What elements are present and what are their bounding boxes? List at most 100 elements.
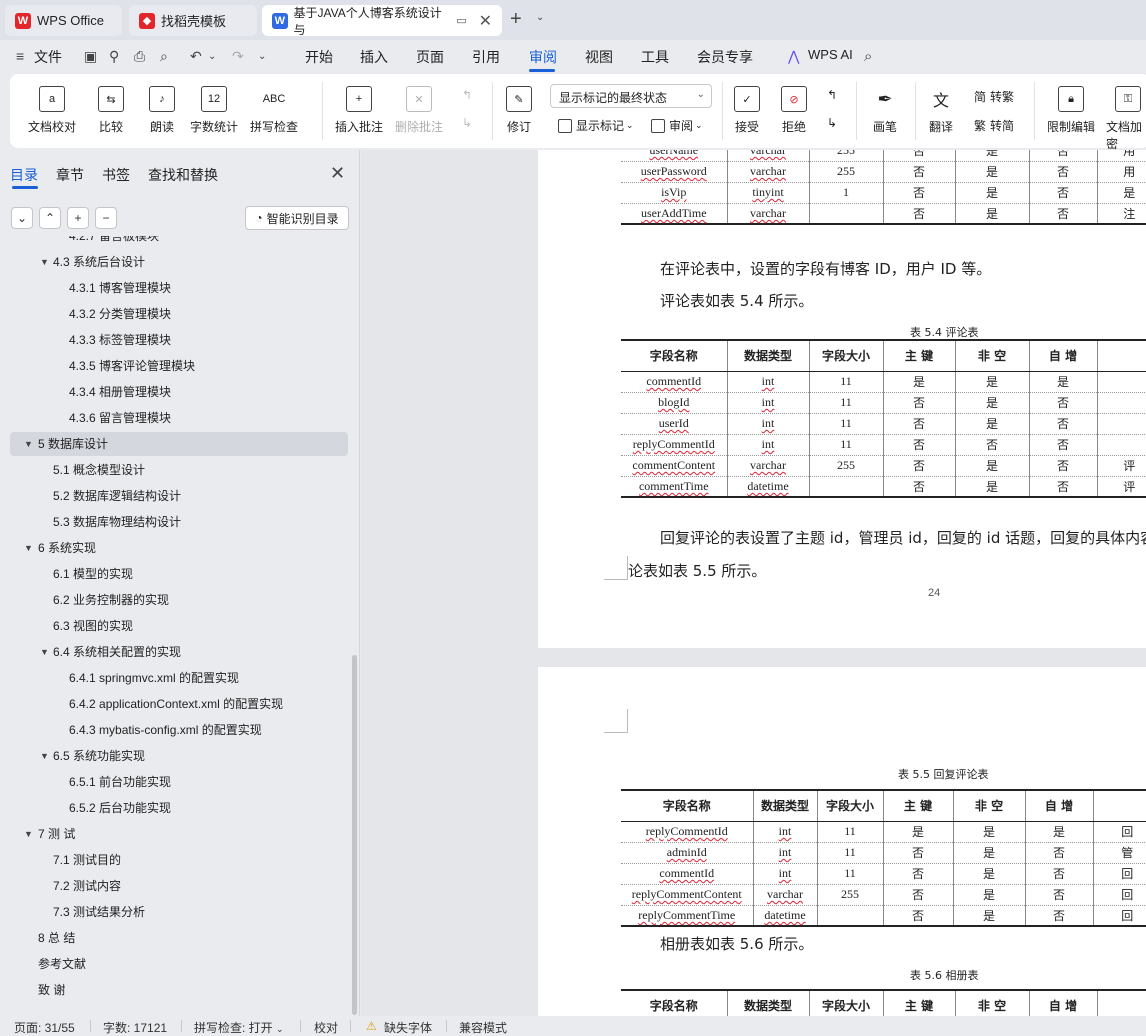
- toc-item[interactable]: 7.3 测试结果分析: [53, 900, 145, 924]
- compare-button[interactable]: ⇆ 比较: [98, 86, 124, 135]
- tab-template[interactable]: ◆ 找稻壳模板: [129, 5, 257, 36]
- tab-find-replace[interactable]: 查找和替换: [148, 165, 218, 185]
- close-tab-icon[interactable]: ✕: [479, 11, 492, 31]
- insert-comment-button[interactable]: + 插入批注: [335, 86, 383, 135]
- restrict-edit-button[interactable]: 🔒︎ 限制编辑: [1047, 86, 1095, 135]
- menu-member[interactable]: 会员专享: [697, 47, 753, 67]
- doc-encrypt-button[interactable]: ⚿ 文档加密: [1106, 86, 1146, 152]
- reject-button[interactable]: ⊘ 拒绝: [781, 86, 807, 135]
- redo-icon[interactable]: ↷: [232, 48, 244, 65]
- word-count-button[interactable]: 12 字数统计: [190, 86, 238, 135]
- toc-item[interactable]: 6.5.1 前台功能实现: [69, 770, 171, 794]
- menu-page[interactable]: 页面: [416, 47, 444, 67]
- save-icon[interactable]: ▣: [84, 48, 97, 65]
- delete-comment-button[interactable]: ✕ 删除批注: [395, 86, 443, 135]
- toc-item[interactable]: 6.4.2 applicationContext.xml 的配置实现: [69, 692, 283, 716]
- toc-item[interactable]: 6 系统实现: [38, 536, 96, 560]
- smart-toc-button[interactable]: ◔ 智能识别目录: [245, 206, 349, 230]
- toc-item[interactable]: 6.5 系统功能实现: [53, 744, 145, 768]
- translate-button[interactable]: 文 翻译: [928, 86, 954, 135]
- monitor-icon[interactable]: ▭: [456, 14, 466, 27]
- next-change-icon[interactable]: ↳: [827, 116, 837, 130]
- menu-home[interactable]: 开始: [305, 47, 333, 67]
- toc-item[interactable]: 5.1 概念模型设计: [53, 458, 145, 482]
- print-icon[interactable]: ⎙: [134, 48, 145, 65]
- toc-expand-icon[interactable]: ▼: [40, 257, 49, 267]
- proof-indicator[interactable]: 校对: [314, 1019, 338, 1036]
- toc-item[interactable]: 6.4.3 mybatis-config.xml 的配置实现: [69, 718, 262, 742]
- new-tab-icon[interactable]: +: [510, 8, 522, 31]
- close-icon[interactable]: ✕: [330, 163, 345, 184]
- spell-check-button[interactable]: ABC 拼写检查: [250, 86, 298, 135]
- tab-toc[interactable]: 目录: [10, 165, 38, 185]
- chevron-down-icon[interactable]: ⌄: [208, 51, 216, 62]
- toc-item[interactable]: 5 数据库设计: [38, 432, 108, 456]
- toc-item[interactable]: 6.3 视图的实现: [53, 614, 133, 638]
- toc-item[interactable]: 7 测 试: [38, 822, 75, 846]
- toc-item[interactable]: 7.1 测试目的: [53, 848, 121, 872]
- toc-item[interactable]: 5.3 数据库物理结构设计: [53, 510, 181, 534]
- tab-bookmarks[interactable]: 书签: [102, 165, 130, 185]
- toc-item[interactable]: 6.5.2 后台功能实现: [69, 796, 171, 820]
- markup-state-select[interactable]: 显示标记的最终状态 ⌄: [550, 84, 712, 108]
- add-heading-button[interactable]: +: [67, 207, 89, 229]
- toc-scrollbar[interactable]: [352, 655, 357, 1015]
- menu-file[interactable]: 文件: [34, 47, 62, 67]
- search-icon[interactable]: ⌕: [864, 48, 872, 65]
- toc-item[interactable]: 4.3.1 博客管理模块: [69, 276, 171, 300]
- doc-check-button[interactable]: a 文档校对: [28, 86, 76, 135]
- toc-item[interactable]: 4.3.5 博客评论管理模块: [69, 354, 195, 378]
- read-aloud-button[interactable]: ♪ 朗读: [149, 86, 175, 135]
- toc-item[interactable]: 4.2.7 留言板模块: [69, 236, 159, 248]
- menu-references[interactable]: 引用: [472, 47, 500, 67]
- toc-item[interactable]: 6.4 系统相关配置的实现: [53, 640, 181, 664]
- tab-chapters[interactable]: 章节: [56, 165, 84, 185]
- toc-expand-icon[interactable]: ▼: [40, 647, 49, 657]
- remove-heading-button[interactable]: −: [95, 207, 117, 229]
- toc-item[interactable]: 4.3.3 标签管理模块: [69, 328, 171, 352]
- toc-item[interactable]: 4.3 系统后台设计: [53, 250, 145, 274]
- show-markup-button[interactable]: 显示标记 ⌄: [558, 117, 634, 134]
- menu-insert[interactable]: 插入: [360, 47, 388, 67]
- toc-item[interactable]: 4.3.4 相册管理模块: [69, 380, 171, 404]
- missing-font-indicator[interactable]: 缺失字体: [384, 1019, 432, 1036]
- menu-wps-ai[interactable]: WPS AI: [808, 47, 853, 62]
- menu-view[interactable]: 视图: [585, 47, 613, 67]
- chevron-down-icon[interactable]: ⌄: [258, 51, 266, 62]
- toc-expand-icon[interactable]: ▼: [24, 829, 33, 839]
- toc-item[interactable]: 7.2 测试内容: [53, 874, 121, 898]
- toc-expand-icon[interactable]: ▼: [40, 751, 49, 761]
- prev-comment-icon[interactable]: ↰: [462, 88, 472, 102]
- chevron-down-icon[interactable]: ⌄: [536, 12, 544, 23]
- hamburger-icon[interactable]: ≡: [16, 48, 24, 64]
- export-icon[interactable]: ⚲: [109, 48, 119, 65]
- toc-item[interactable]: 4.3.6 留言管理模块: [69, 406, 171, 430]
- print-preview-icon[interactable]: ⌕: [160, 48, 168, 65]
- page-indicator[interactable]: 页面: 31/55: [14, 1019, 75, 1036]
- to-simplified-button[interactable]: 繁 转简: [974, 117, 1014, 134]
- toc-item[interactable]: 8 总 结: [38, 926, 75, 950]
- pen-button[interactable]: ✒ 画笔: [872, 86, 898, 135]
- spell-check-indicator[interactable]: 拼写检查: 打开 ⌄: [194, 1019, 284, 1036]
- menu-review[interactable]: 审阅: [529, 47, 557, 67]
- toc-expand-icon[interactable]: ▼: [24, 439, 33, 449]
- toc-item[interactable]: 4.3.2 分类管理模块: [69, 302, 171, 326]
- word-count-indicator[interactable]: 字数: 17121: [103, 1019, 167, 1036]
- toc-item[interactable]: 致 谢: [38, 978, 65, 1002]
- tab-document[interactable]: W 基于JAVA个人博客系统设计 与 ▭ ✕: [262, 5, 502, 37]
- menu-tools[interactable]: 工具: [641, 47, 669, 67]
- revise-button[interactable]: ✎ 修订: [506, 86, 532, 135]
- toc-item[interactable]: 5.2 数据库逻辑结构设计: [53, 484, 181, 508]
- toc-item[interactable]: 6.2 业务控制器的实现: [53, 588, 169, 612]
- next-comment-icon[interactable]: ↳: [462, 116, 472, 130]
- collapse-all-button[interactable]: ⌄: [11, 207, 33, 229]
- accept-button[interactable]: ✓ 接受: [734, 86, 760, 135]
- toc-expand-icon[interactable]: ▼: [24, 543, 33, 553]
- to-traditional-button[interactable]: 简 转繁: [974, 88, 1014, 105]
- review-pane-button[interactable]: 审阅 ⌄: [651, 117, 703, 134]
- prev-change-icon[interactable]: ↰: [827, 88, 837, 102]
- undo-icon[interactable]: ↶: [190, 48, 202, 65]
- toc-item[interactable]: 参考文献: [38, 952, 86, 976]
- tab-wps-office[interactable]: W WPS Office: [5, 5, 122, 36]
- toc-item[interactable]: 6.4.1 springmvc.xml 的配置实现: [69, 666, 239, 690]
